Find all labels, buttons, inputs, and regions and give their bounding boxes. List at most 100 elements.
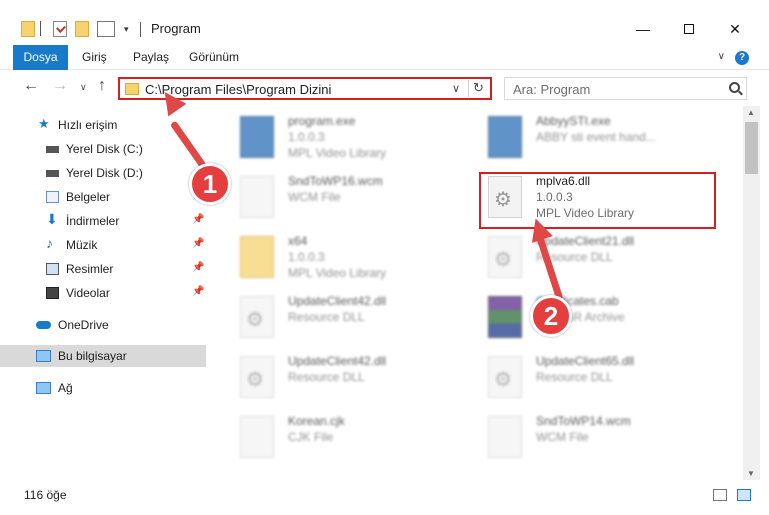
- sidebar-item-label: Resimler: [66, 262, 114, 276]
- search-placeholder: Ara: Program: [513, 82, 591, 97]
- list-item[interactable]: UpdateClient42.dll Resource DLL: [216, 288, 456, 348]
- sidebar-item-network[interactable]: Ağ: [0, 377, 206, 399]
- up-button[interactable]: ↑: [98, 77, 106, 95]
- sidebar-item-documents[interactable]: Belgeler 📌: [0, 186, 206, 208]
- drive-icon: [46, 146, 59, 153]
- list-item[interactable]: x64 1.0.0.3 MPL Video Library: [216, 228, 456, 288]
- star-icon: ★: [38, 116, 50, 131]
- divider: [140, 22, 141, 37]
- sidebar-item-label: Yerel Disk (D:): [66, 166, 143, 180]
- file-name: SndToWP16.wcm: [288, 174, 383, 188]
- tab-view[interactable]: Görünüm: [189, 45, 239, 70]
- divider: [40, 21, 41, 36]
- customize-icon[interactable]: [97, 21, 115, 37]
- file-highlight-box: [479, 172, 716, 229]
- pictures-icon: [46, 263, 59, 275]
- recent-locations-icon[interactable]: ∨: [80, 82, 87, 93]
- sidebar-item-pictures[interactable]: Resimler 📌: [0, 258, 206, 280]
- drive-icon: [46, 170, 59, 177]
- file-description: ABBY sti event hand...: [536, 130, 656, 144]
- search-icon[interactable]: [729, 82, 740, 93]
- forward-button[interactable]: →: [52, 77, 68, 95]
- video-icon: [46, 287, 59, 299]
- pin-icon[interactable]: 📌: [192, 214, 204, 225]
- list-item[interactable]: UpdateClient42.dll Resource DLL: [216, 348, 456, 408]
- dll-icon: [488, 236, 522, 278]
- tiles-view-icon[interactable]: [737, 489, 751, 501]
- file-name: SndToWP14.wcm: [536, 414, 631, 428]
- sidebar-item-label: Müzik: [66, 238, 98, 252]
- file-type: Resource DLL: [288, 370, 365, 384]
- network-icon: [36, 382, 51, 394]
- file-type: CJK File: [288, 430, 334, 444]
- window-title: Program: [151, 21, 201, 36]
- sidebar-item-music[interactable]: ♪ Müzik 📌: [0, 234, 206, 256]
- file-list: program.exe 1.0.0.3 MPL Video Library Ab…: [208, 106, 743, 480]
- file-type: WCM File: [536, 430, 589, 444]
- file-type: WCM File: [288, 190, 341, 204]
- list-item[interactable]: UpdateClient65.dll Resource DLL: [464, 348, 704, 408]
- list-item[interactable]: SndToWP16.wcm WCM File: [216, 168, 456, 228]
- tab-home[interactable]: Giriş: [82, 45, 107, 70]
- file-name: UpdateClient42.dll: [288, 354, 387, 368]
- file-description: MPL Video Library: [288, 146, 387, 160]
- maximize-button[interactable]: [666, 14, 712, 44]
- vertical-scrollbar[interactable]: ▲ ▼: [743, 106, 760, 480]
- title-bar: ▾ Program — ✕: [0, 0, 769, 45]
- expand-ribbon-icon[interactable]: ∨: [718, 51, 725, 62]
- search-input[interactable]: Ara: Program: [504, 77, 747, 100]
- scrollbar-thumb[interactable]: [745, 122, 758, 174]
- sidebar-item-label: Videolar: [66, 286, 110, 300]
- list-item[interactable]: UpdateClient21.dll Resource DLL: [464, 228, 704, 288]
- file-icon: [240, 416, 274, 458]
- file-name: program.exe: [288, 114, 356, 128]
- sidebar-item-disk-c[interactable]: Yerel Disk (C:): [0, 138, 206, 160]
- folder-icon[interactable]: [21, 21, 35, 37]
- file-type: Resource DLL: [288, 310, 365, 324]
- sidebar-item-onedrive[interactable]: OneDrive: [0, 314, 206, 336]
- scroll-up-icon[interactable]: ▲: [747, 108, 755, 117]
- properties-check-icon[interactable]: [53, 21, 67, 37]
- new-folder-icon[interactable]: [75, 21, 89, 37]
- sidebar-item-label: OneDrive: [58, 318, 109, 332]
- list-item[interactable]: SndToWP14.wcm WCM File: [464, 408, 704, 468]
- file-name: Korean.cjk: [288, 414, 345, 428]
- sidebar-item-downloads[interactable]: ⬇ İndirmeler 📌: [0, 210, 206, 232]
- music-icon: ♪: [46, 235, 53, 251]
- file-type: Resource DLL: [536, 370, 613, 384]
- back-button[interactable]: ←: [23, 77, 39, 95]
- scroll-down-icon[interactable]: ▼: [747, 469, 755, 478]
- computer-icon: [36, 350, 51, 362]
- sidebar-item-label: Belgeler: [66, 190, 111, 204]
- list-item[interactable]: Korean.cjk CJK File: [216, 408, 456, 468]
- pin-icon[interactable]: 📌: [192, 238, 204, 249]
- sidebar-item-videos[interactable]: Videolar 📌: [0, 282, 206, 304]
- tab-share[interactable]: Paylaş: [133, 45, 169, 70]
- dll-icon: [240, 296, 274, 338]
- sidebar-item-label: Yerel Disk (C:): [66, 142, 143, 156]
- close-button[interactable]: ✕: [712, 14, 758, 44]
- navigation-pane: ★ Hızlı erişim Yerel Disk (C:) Yerel Dis…: [0, 106, 206, 480]
- refresh-button[interactable]: ↻: [468, 80, 488, 97]
- list-item[interactable]: program.exe 1.0.0.3 MPL Video Library: [216, 108, 456, 168]
- minimize-button[interactable]: —: [620, 14, 666, 44]
- tab-file[interactable]: Dosya: [13, 45, 68, 70]
- sidebar-item-this-pc[interactable]: Bu bilgisayar: [0, 345, 206, 367]
- file-description: MPL Video Library: [288, 266, 387, 280]
- file-name: UpdateClient42.dll: [288, 294, 387, 308]
- list-item[interactable]: Certificates.cab WinRAR Archive: [464, 288, 704, 348]
- sidebar-item-disk-d[interactable]: Yerel Disk (D:): [0, 162, 206, 184]
- pin-icon[interactable]: 📌: [192, 286, 204, 297]
- details-view-icon[interactable]: [713, 489, 727, 501]
- sidebar-item-label: Hızlı erişim: [58, 118, 118, 132]
- folder-icon: [240, 236, 274, 278]
- chevron-down-icon[interactable]: ∨: [452, 82, 460, 95]
- list-item[interactable]: AbbyySTI.exe ABBY sti event hand...: [464, 108, 704, 168]
- ribbon-tabs: Dosya Giriş Paylaş Görünüm ∨ ?: [0, 45, 769, 70]
- documents-icon: [46, 191, 59, 203]
- pin-icon[interactable]: 📌: [192, 262, 204, 273]
- dll-icon: [488, 356, 522, 398]
- file-name: AbbyySTI.exe: [536, 114, 611, 128]
- help-icon[interactable]: ?: [735, 51, 749, 65]
- quick-access-dropdown-icon[interactable]: ▾: [124, 24, 129, 35]
